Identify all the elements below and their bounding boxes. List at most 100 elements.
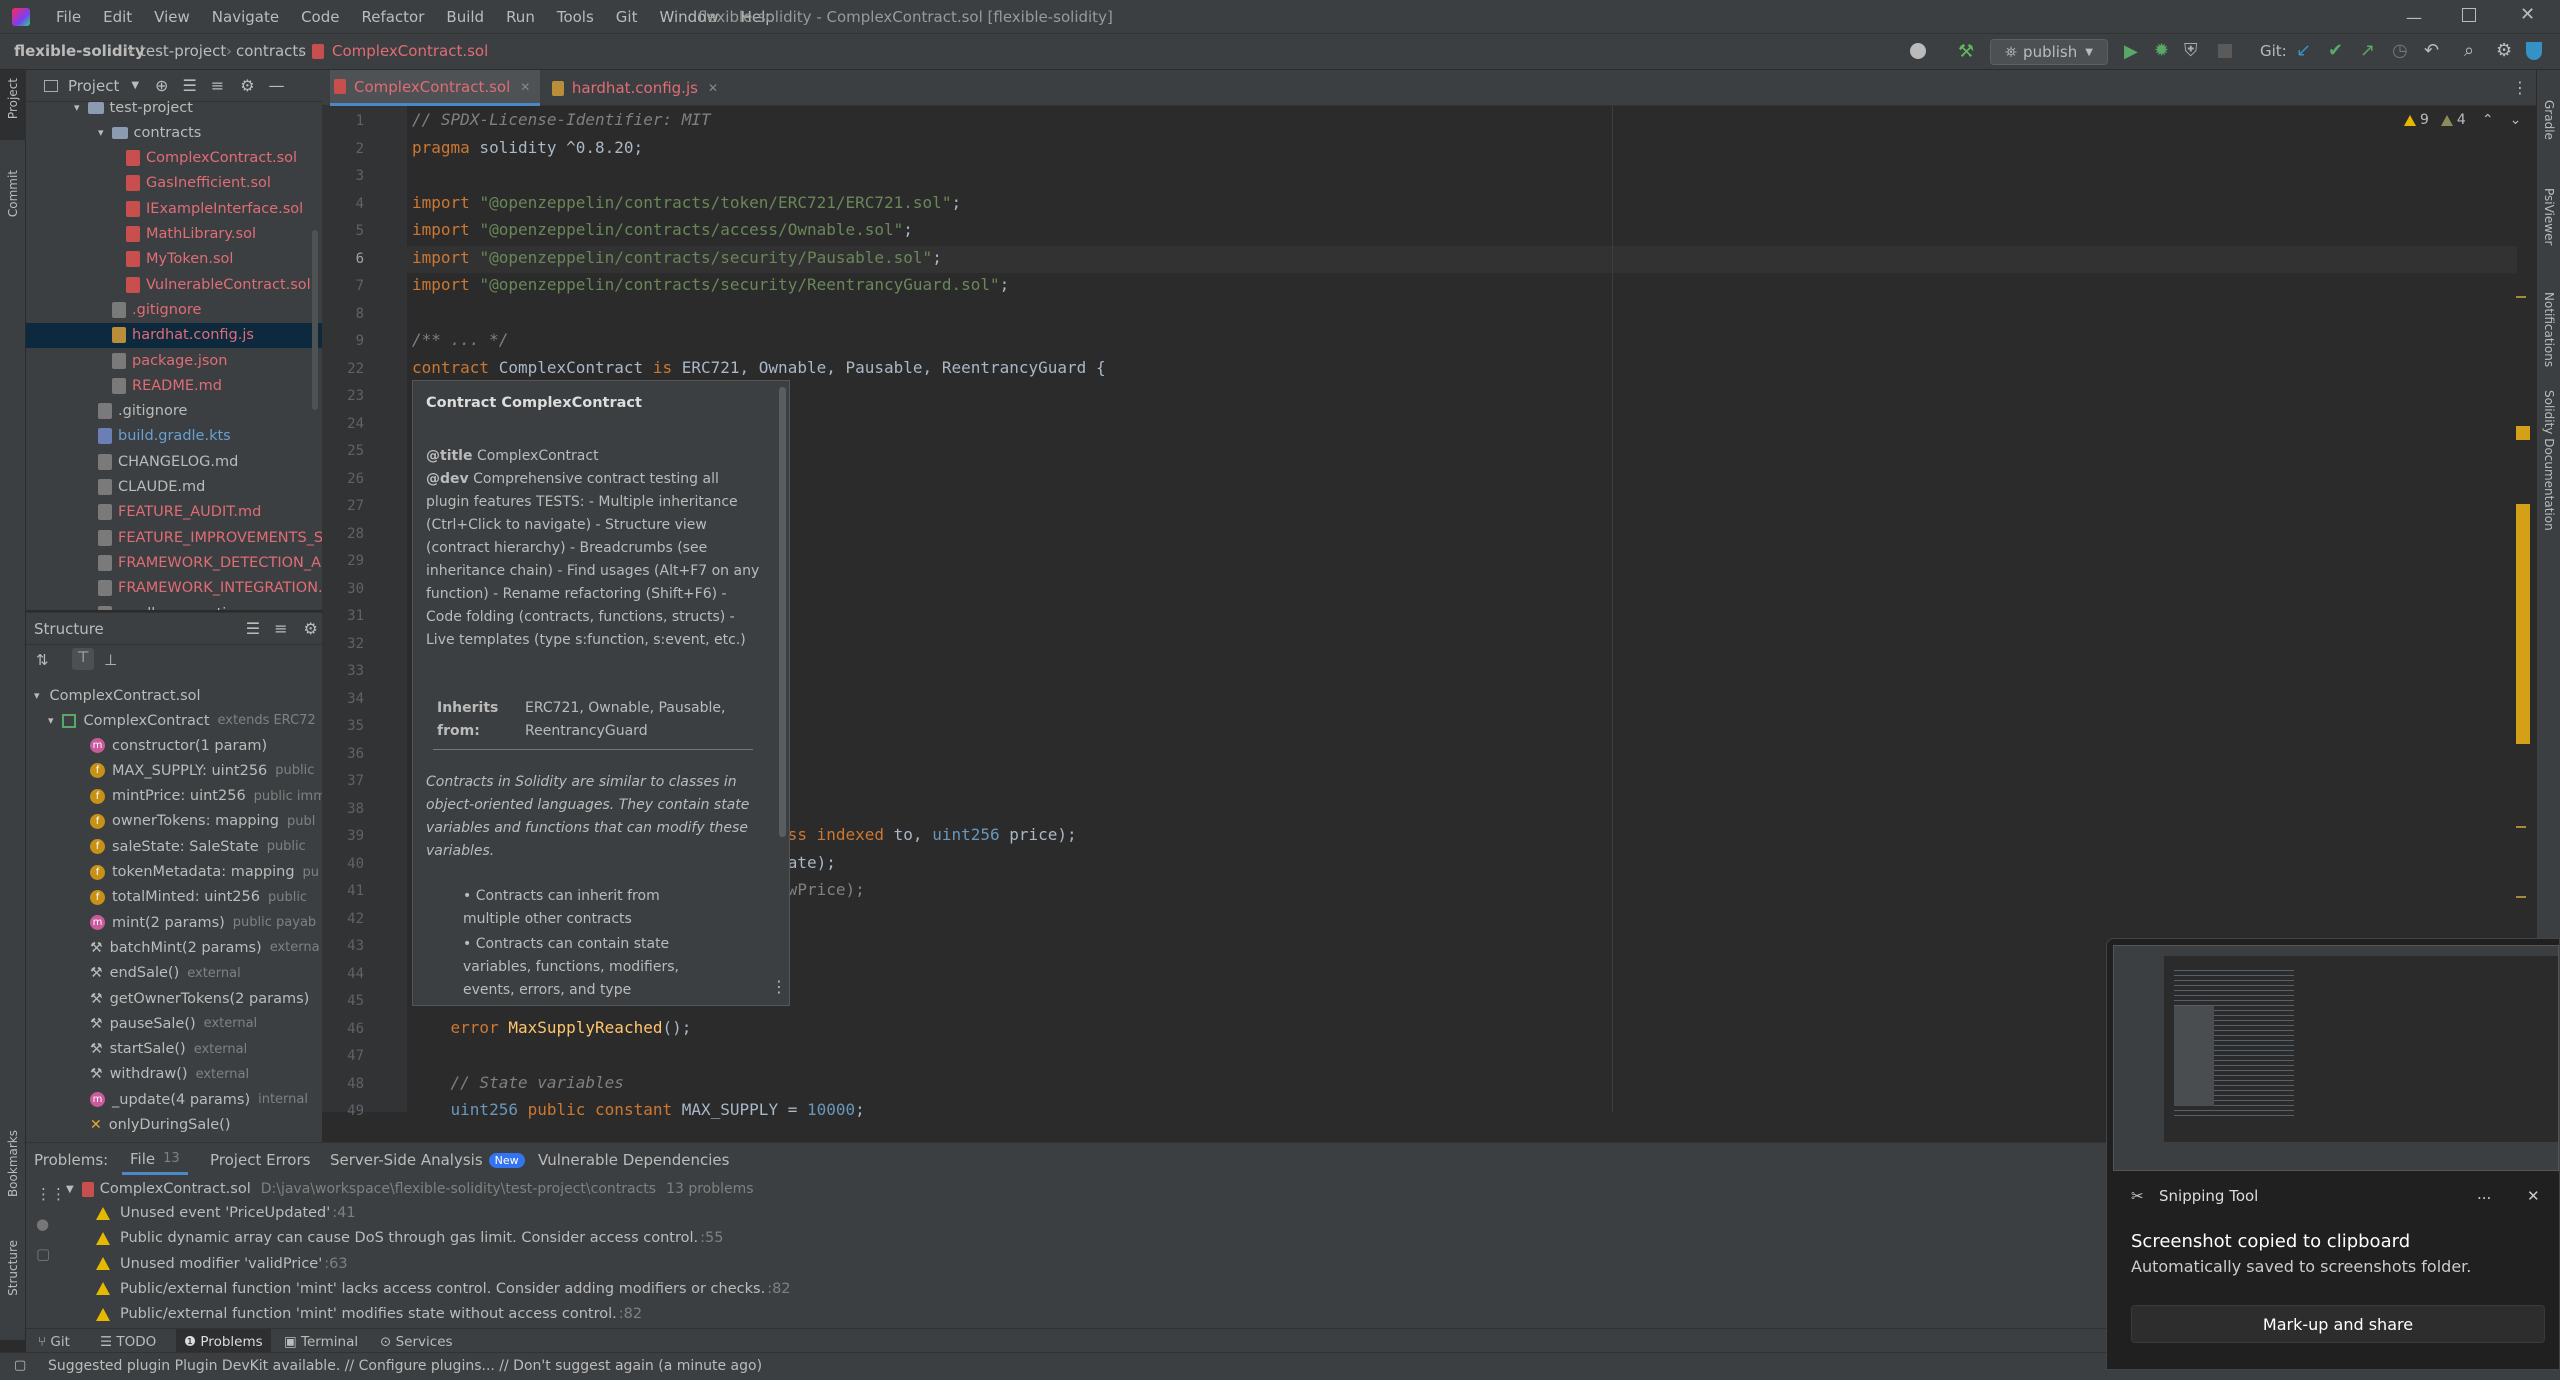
menu-item[interactable]: Code	[301, 8, 339, 26]
expand-all-icon[interactable]: ☰	[246, 619, 260, 638]
restore-icon[interactable]	[2462, 8, 2476, 22]
structure-member[interactable]: f saleState: SaleState public	[90, 834, 306, 859]
project-tree-item[interactable]: .gitignore	[98, 399, 187, 424]
close-tab-icon[interactable]: ✕	[708, 81, 718, 95]
menu-item[interactable]: Navigate	[212, 8, 279, 26]
menu-item[interactable]: Build	[446, 8, 484, 26]
breadcrumb-project[interactable]: flexible-solidity	[14, 42, 145, 60]
git-update-icon[interactable]: ↙	[2296, 40, 2311, 61]
project-tree-item[interactable]: build.gradle.kts	[98, 424, 231, 449]
build-hammer-icon[interactable]: ⚒	[1958, 41, 1974, 62]
breadcrumb-folder2[interactable]: contracts	[236, 42, 306, 60]
solidity-documentation-tool-button[interactable]: Solidity Documentation	[2542, 390, 2556, 531]
tab-services[interactable]: ⊙ Services	[380, 1334, 453, 1350]
bookmarks-tool-button[interactable]: Bookmarks	[6, 1130, 20, 1197]
scrollbar[interactable]	[312, 230, 318, 410]
tab-git[interactable]: ⑂ Git	[38, 1334, 70, 1350]
popup-scrollbar[interactable]	[779, 387, 786, 837]
menu-item[interactable]: Git	[616, 8, 638, 26]
git-commit-icon[interactable]: ✔	[2328, 40, 2343, 61]
tab-project-errors[interactable]: Project Errors	[210, 1151, 310, 1169]
problem-item[interactable]: Public dynamic array can cause DoS throu…	[96, 1226, 723, 1250]
tab-hardhat-config[interactable]: hardhat.config.js ✕	[548, 70, 718, 106]
structure-member[interactable]: ⚒ pauseSale() external	[90, 1011, 257, 1036]
structure-member[interactable]: f totalMinted: uint256 public	[90, 885, 307, 910]
problem-item[interactable]: Public/external function 'mint' lacks ac…	[96, 1277, 791, 1301]
project-tree-item[interactable]: README.md	[112, 373, 222, 398]
close-window-icon[interactable]: ✕	[2520, 4, 2535, 25]
tab-file[interactable]: File 13	[122, 1145, 188, 1175]
menu-item[interactable]: File	[56, 8, 81, 26]
stop-icon[interactable]	[2218, 44, 2232, 58]
project-tree-item[interactable]: VulnerableContract.sol	[126, 272, 311, 297]
project-tree-item[interactable]: package.json	[112, 348, 227, 373]
menu-item[interactable]: View	[154, 8, 190, 26]
status-message[interactable]: Suggested plugin Plugin DevKit available…	[48, 1358, 762, 1374]
tab-terminal[interactable]: ▣ Terminal	[284, 1334, 358, 1350]
structure-member[interactable]: f tokenMetadata: mapping pu	[90, 860, 319, 885]
project-tree-item[interactable]: FEATURE_AUDIT.md	[98, 500, 261, 525]
structure-tool-button[interactable]: Structure	[6, 1240, 20, 1296]
problem-item[interactable]: Unused modifier 'validPrice':63	[96, 1252, 348, 1276]
structure-member[interactable]: ⚒ withdraw() external	[90, 1062, 249, 1087]
more-tabs-icon[interactable]: ⋮	[2512, 78, 2528, 97]
structure-member[interactable]: m mint(2 params) public payab	[90, 910, 316, 935]
screenshot-thumbnail[interactable]	[2113, 945, 2559, 1171]
history-icon[interactable]: ◷	[2392, 40, 2408, 61]
inspection-widget[interactable]: 9 4 ⌃ ⌄	[2404, 112, 2521, 128]
project-tree-item[interactable]: ▾ test-project	[74, 95, 193, 120]
gear-icon[interactable]: ⚙	[304, 619, 318, 638]
sort-alpha-icon[interactable]: ⇅	[36, 651, 49, 669]
menu-item[interactable]: Run	[506, 8, 535, 26]
tab-server-side-analysis[interactable]: Server-Side Analysis New	[330, 1151, 525, 1169]
gradle-tool-button[interactable]: Gradle	[2542, 100, 2556, 140]
commit-tool-button[interactable]: Commit	[6, 170, 20, 217]
project-tree-item[interactable]: IExampleInterface.sol	[126, 196, 303, 221]
previous-problem-icon[interactable]: ⌃	[2482, 112, 2494, 128]
coverage-icon[interactable]: ⛨	[2184, 40, 2198, 61]
run-config-dropdown[interactable]: ⛯ publish ▼	[1990, 39, 2108, 65]
close-tab-icon[interactable]: ✕	[520, 80, 530, 94]
chevron-down-icon[interactable]: ▼	[131, 80, 139, 91]
breadcrumb-file[interactable]: ComplexContract.sol	[332, 42, 488, 60]
chevron-down-icon[interactable]: ▾	[48, 714, 54, 727]
problem-file-row[interactable]: ▼ ComplexContract.sol D:\java\workspace\…	[66, 1177, 754, 1201]
project-tree-item[interactable]: ComplexContract.sol	[126, 146, 297, 171]
notifications-tool-button[interactable]: Notifications	[2542, 292, 2556, 367]
status-toggle-icon[interactable]: ▢	[14, 1358, 26, 1373]
structure-member[interactable]: m _update(4 params) internal	[90, 1087, 308, 1112]
collapse-all-icon[interactable]: ≡	[274, 619, 287, 638]
project-tree-item[interactable]: MathLibrary.sol	[126, 222, 256, 247]
debug-icon[interactable]: ✹	[2154, 40, 2169, 61]
project-tree-item[interactable]: FEATURE_IMPROVEMENTS_SUMM	[98, 525, 322, 550]
structure-member[interactable]: m constructor(1 param)	[90, 733, 275, 758]
expand-all-icon[interactable]: ☰	[182, 76, 196, 95]
structure-member[interactable]: f MAX_SUPPLY: uint256 public	[90, 758, 314, 783]
settings-gear-icon[interactable]: ⚙	[2496, 40, 2512, 61]
tab-todo[interactable]: ☰ TODO	[100, 1334, 156, 1350]
structure-contract[interactable]: ▾ ComplexContract extends ERC72	[40, 708, 316, 733]
minimize-icon[interactable]: —	[2406, 8, 2422, 27]
menu-item[interactable]: Refactor	[361, 8, 424, 26]
project-tree-item[interactable]: CLAUDE.md	[98, 475, 205, 500]
plugin-shield-icon[interactable]	[2526, 42, 2542, 60]
project-tree-item[interactable]: ▾ contracts	[98, 120, 201, 145]
structure-member[interactable]: ✕ onlyDuringSale()	[90, 1113, 239, 1138]
problem-item[interactable]: Public/external function 'mint' modifies…	[96, 1302, 642, 1326]
structure-member[interactable]: ⚒ getOwnerTokens(2 params)	[90, 986, 317, 1011]
snipping-tool-notification[interactable]: ✂ Snipping Tool ... ✕ Screenshot copied …	[2106, 938, 2560, 1370]
project-tree-item[interactable]: GasInefficient.sol	[126, 171, 271, 196]
project-tree-item[interactable]: gradle.properties	[98, 601, 243, 610]
project-tree-item[interactable]: CHANGELOG.md	[98, 449, 238, 474]
run-icon[interactable]: ▶	[2124, 41, 2138, 62]
show-inherited-icon[interactable]: ⊤	[72, 648, 94, 670]
more-options-icon[interactable]: ⋮	[771, 977, 787, 996]
project-tree-item[interactable]: hardhat.config.js	[26, 322, 322, 348]
close-icon[interactable]: ✕	[2527, 1187, 2540, 1205]
chevron-down-icon[interactable]: ▾	[98, 126, 104, 139]
tab-vulnerable-dependencies[interactable]: Vulnerable Dependencies	[538, 1151, 729, 1169]
structure-root[interactable]: ▾ ComplexContract.sol	[26, 683, 201, 708]
preview-icon[interactable]: ▢	[36, 1245, 50, 1263]
chevron-down-icon[interactable]: ▾	[74, 101, 80, 114]
structure-member[interactable]: ⚒ endSale() external	[90, 961, 241, 986]
